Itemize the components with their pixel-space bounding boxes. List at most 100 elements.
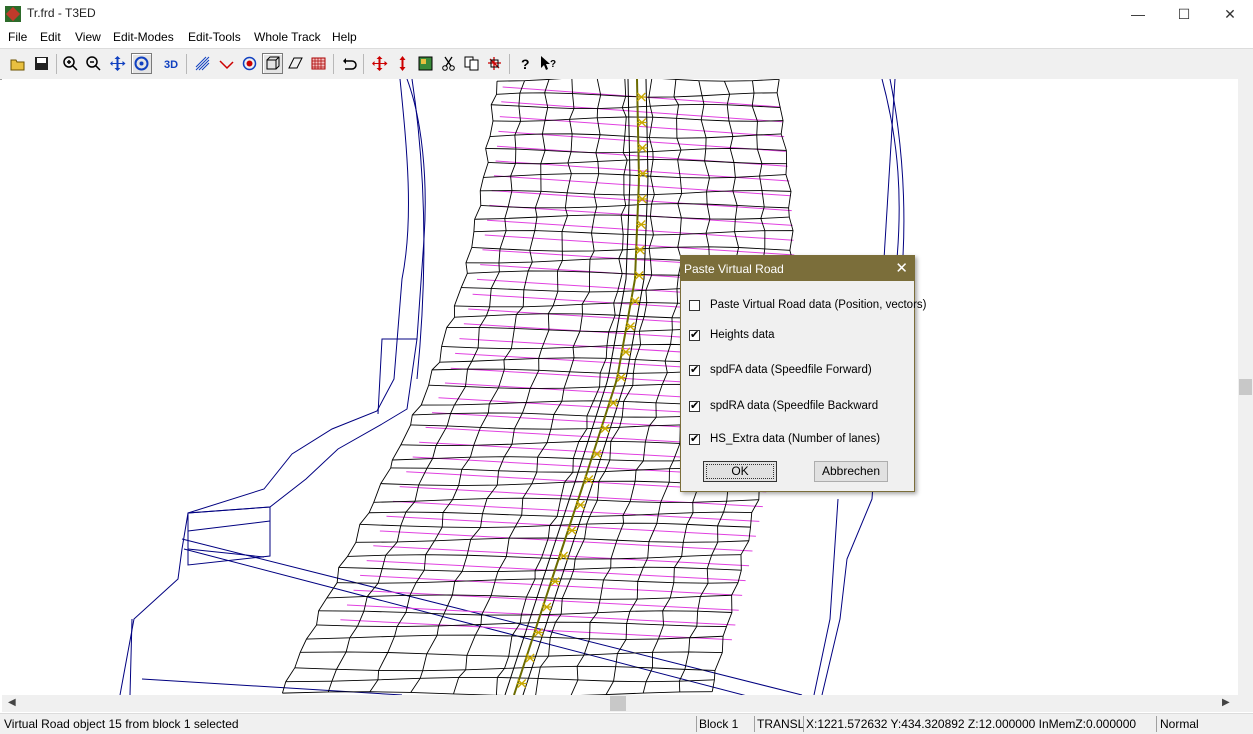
block-mode-button[interactable] xyxy=(262,53,283,74)
context-help-button[interactable]: ? xyxy=(538,53,559,74)
road-node-marker xyxy=(636,92,647,102)
copy-icon xyxy=(464,56,479,71)
road-node-marker xyxy=(541,602,552,612)
app-icon xyxy=(5,6,21,22)
horizontal-scroll-thumb[interactable] xyxy=(610,696,626,711)
close-button[interactable]: ✕ xyxy=(1207,0,1253,28)
track-drawing xyxy=(119,79,905,695)
road-node-marker xyxy=(575,500,586,510)
help-icon: ? xyxy=(521,56,530,72)
spline-mode-button[interactable] xyxy=(216,53,237,74)
status-coordinates: X:1221.572632 Y:434.320892 Z:12.000000 I… xyxy=(806,717,1137,731)
undo-button[interactable] xyxy=(339,53,360,74)
road-node-marker xyxy=(525,653,536,663)
cross-section-line xyxy=(493,175,791,197)
road-node-marker xyxy=(637,194,648,204)
texture-icon xyxy=(418,56,433,71)
option-position-vectors[interactable]: Paste Virtual Road data (Position, vecto… xyxy=(689,297,926,313)
dialog-title-bar: Paste Virtual Road ✕ xyxy=(681,256,914,281)
mesh-row xyxy=(473,230,794,236)
scroll-right-icon[interactable]: ▶ xyxy=(1222,697,1230,708)
cut-button[interactable] xyxy=(438,53,459,74)
road-node-marker xyxy=(608,398,619,408)
3d-view-icon: 3D xyxy=(164,59,178,71)
menu-edit-modes[interactable]: Edit-Modes xyxy=(113,30,174,44)
track-viewport[interactable] xyxy=(2,79,1238,695)
option-hs-extra[interactable]: HS_Extra data (Number of lanes) xyxy=(689,431,880,447)
cut-icon xyxy=(442,56,455,71)
help-button[interactable]: ? xyxy=(515,53,536,74)
svg-text:?: ? xyxy=(521,56,530,72)
grid-mode-icon xyxy=(311,57,326,70)
maximize-button[interactable]: ☐ xyxy=(1161,0,1207,28)
option-label: HS_Extra data (Number of lanes) xyxy=(710,433,881,445)
menu-edit-tools[interactable]: Edit-Tools xyxy=(188,30,241,44)
checkbox[interactable] xyxy=(689,432,700,445)
vertical-scroll-thumb[interactable] xyxy=(1239,379,1252,395)
road-node-marker xyxy=(516,679,527,688)
scroll-left-icon[interactable]: ◀ xyxy=(8,697,16,708)
cross-section-line xyxy=(489,204,793,226)
option-heights[interactable]: Heights data xyxy=(689,327,775,343)
checkbox[interactable] xyxy=(689,328,700,341)
option-spdfa[interactable]: spdFA data (Speedfile Forward) xyxy=(689,362,872,378)
menu-view[interactable]: View xyxy=(75,30,101,44)
mesh-row xyxy=(300,651,723,657)
road-node-marker xyxy=(636,118,647,127)
move-button[interactable] xyxy=(107,53,128,74)
menu-file[interactable]: File xyxy=(8,30,27,44)
move-icon xyxy=(110,56,126,71)
rotate-button[interactable] xyxy=(131,53,152,74)
menu-whole-track[interactable]: Whole Track xyxy=(254,30,321,44)
vertical-scrollbar[interactable] xyxy=(1238,79,1253,695)
open-button[interactable] xyxy=(8,53,29,74)
road-node-marker xyxy=(635,245,646,255)
option-spdra[interactable]: spdRA data (Speedfile Backward xyxy=(689,398,878,414)
horizontal-scrollbar[interactable]: ◀ ▶ xyxy=(2,695,1238,712)
zoom-out-button[interactable] xyxy=(83,53,104,74)
objects-mode-button[interactable] xyxy=(239,53,260,74)
status-message: Virtual Road object 15 from block 1 sele… xyxy=(4,717,239,731)
paste-button[interactable] xyxy=(484,53,505,74)
menu-help[interactable]: Help xyxy=(332,30,357,44)
copy-button[interactable] xyxy=(461,53,482,74)
minimize-button[interactable]: — xyxy=(1115,0,1161,28)
cancel-button[interactable]: Abbrechen xyxy=(814,461,888,482)
undo-icon xyxy=(343,58,357,70)
checkbox[interactable] xyxy=(689,363,700,376)
menu-edit[interactable]: Edit xyxy=(40,30,61,44)
checkbox[interactable] xyxy=(689,299,700,311)
status-view: Normal xyxy=(1160,717,1199,731)
menu-bar: File Edit View Edit-Modes Edit-Tools Who… xyxy=(0,28,1253,47)
mesh-row xyxy=(489,133,782,139)
status-bar: Virtual Road object 15 from block 1 sele… xyxy=(0,713,1253,734)
texture-button[interactable] xyxy=(415,53,436,74)
polygon-mode-button[interactable] xyxy=(192,53,213,74)
option-label: Heights data xyxy=(710,329,775,341)
mesh-row xyxy=(483,173,786,179)
mesh-row xyxy=(485,147,787,154)
zoom-in-button[interactable] xyxy=(60,53,81,74)
checkbox[interactable] xyxy=(689,399,700,412)
ok-button[interactable]: OK xyxy=(703,461,777,482)
vertical-move-button[interactable] xyxy=(392,53,413,74)
spline-mode-icon xyxy=(219,60,234,70)
option-label: spdRA data (Speedfile Backward xyxy=(710,400,879,412)
save-button[interactable] xyxy=(31,53,52,74)
dialog-close-icon[interactable]: ✕ xyxy=(895,259,908,277)
translate-button[interactable] xyxy=(369,53,390,74)
objects-mode-icon xyxy=(242,56,257,71)
shape-mode-button[interactable] xyxy=(285,53,306,74)
save-icon xyxy=(35,57,48,70)
road-node-marker xyxy=(620,347,631,357)
mesh-row xyxy=(337,578,739,584)
cross-section-line xyxy=(501,101,783,123)
mesh-row xyxy=(496,79,780,82)
title-bar: Tr.frd - T3ED — ☐ ✕ xyxy=(0,0,1253,28)
status-mode: TRANSL xyxy=(757,717,805,731)
3d-view-button[interactable]: 3D xyxy=(161,53,182,74)
grid-mode-button[interactable] xyxy=(308,53,329,74)
road-node-marker xyxy=(567,526,578,535)
option-label: Paste Virtual Road data (Position, vecto… xyxy=(710,299,927,311)
mesh-column xyxy=(369,79,550,692)
